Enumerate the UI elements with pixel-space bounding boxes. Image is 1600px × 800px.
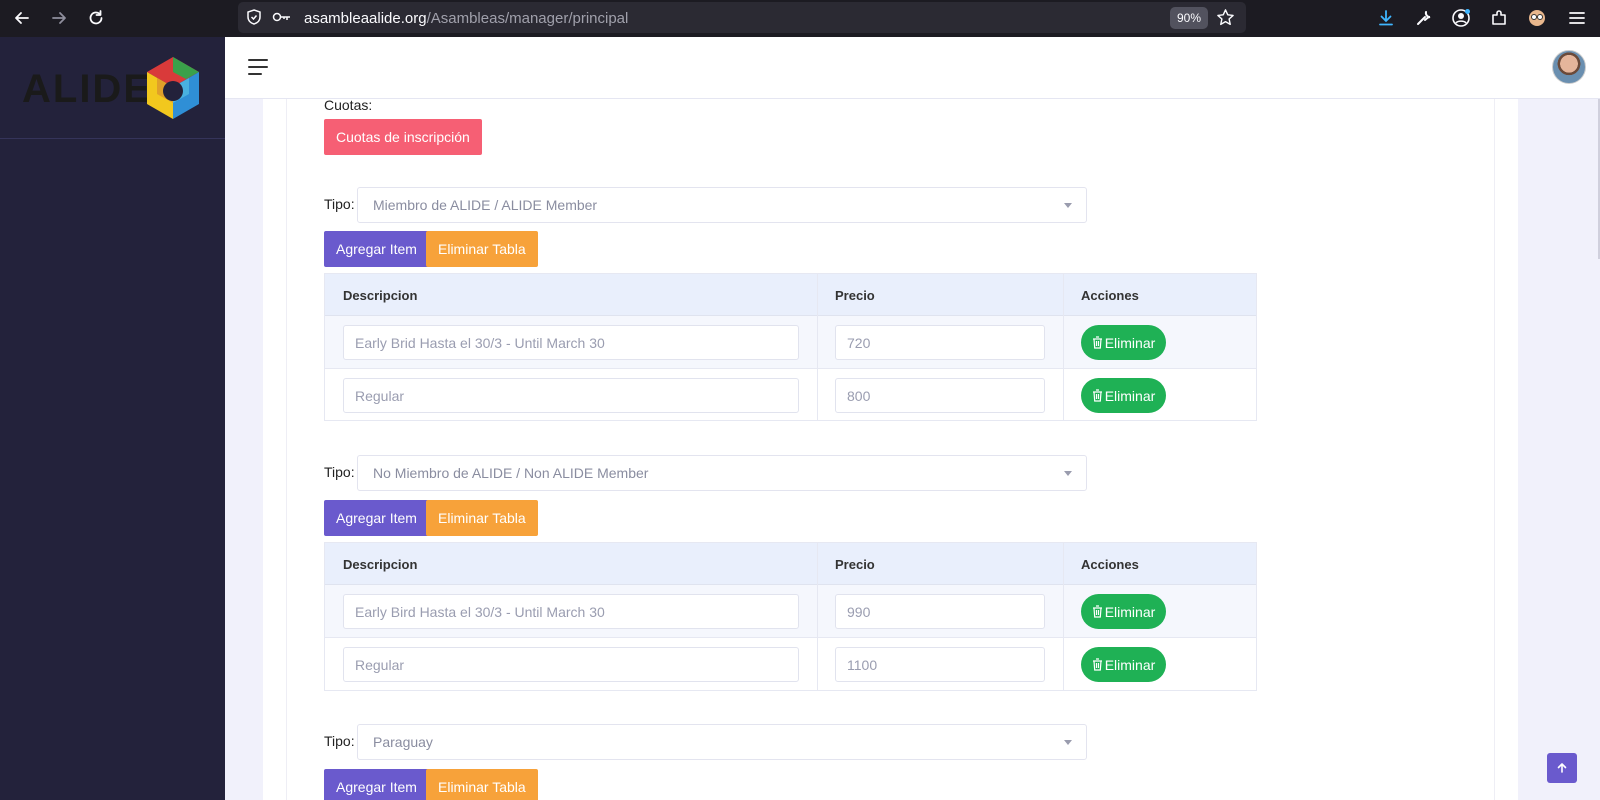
column-divider xyxy=(1063,543,1064,690)
wrench-icon[interactable] xyxy=(1413,7,1435,29)
trash-icon xyxy=(1092,658,1102,671)
back-icon[interactable] xyxy=(10,6,34,30)
caret-down-icon xyxy=(1064,740,1072,745)
agregar-item-button[interactable]: Agregar Item xyxy=(324,500,429,536)
eliminar-label: Eliminar xyxy=(1104,656,1156,673)
cuotas-inscripcion-button[interactable]: Cuotas de inscripción xyxy=(324,119,482,155)
precio-input[interactable]: 800 xyxy=(835,378,1045,413)
main-content: Cuotas: Cuotas de inscripción Tipo: Miem… xyxy=(225,99,1600,800)
precio-input[interactable]: 1100 xyxy=(835,647,1045,682)
descripcion-input[interactable]: Early Brid Hasta el 30/3 - Until March 3… xyxy=(343,325,799,360)
tipo-select-value: Miembro de ALIDE / ALIDE Member xyxy=(373,197,598,213)
menu-icon[interactable] xyxy=(1566,7,1588,29)
profile-extension-icon[interactable] xyxy=(1526,7,1548,29)
browser-toolbar: asambleaalide.org/Asambleas/manager/prin… xyxy=(0,0,1600,37)
url-path: /Asambleas/manager/principal xyxy=(426,10,629,27)
top-header xyxy=(225,37,1600,99)
trash-icon xyxy=(1092,605,1102,618)
cuotas-label: Cuotas: xyxy=(324,99,373,113)
column-divider xyxy=(817,543,818,690)
descripcion-input[interactable]: Regular xyxy=(343,647,799,682)
eliminar-label: Eliminar xyxy=(1104,334,1156,351)
content-card: Cuotas: Cuotas de inscripción Tipo: Miem… xyxy=(263,99,1518,800)
eliminar-button[interactable]: Eliminar xyxy=(1081,378,1166,413)
logo-area[interactable]: ALIDE xyxy=(0,37,225,139)
sidebar: ALIDE xyxy=(0,37,225,800)
column-header-acciones: Acciones xyxy=(1081,288,1139,303)
tipo-select[interactable]: Miembro de ALIDE / ALIDE Member xyxy=(357,187,1087,223)
table-header: Descripcion Precio Acciones xyxy=(325,274,1256,316)
tipo-select-value: Paraguay xyxy=(373,734,433,750)
table-row: Early Brid Hasta el 30/3 - Until March 3… xyxy=(325,316,1256,369)
arrow-up-icon xyxy=(1557,763,1567,773)
caret-down-icon xyxy=(1064,203,1072,208)
column-divider xyxy=(817,274,818,420)
card-body: Cuotas: Cuotas de inscripción Tipo: Miem… xyxy=(286,99,1495,800)
tipo-label: Tipo: xyxy=(324,464,355,480)
tipo-select-value: No Miembro de ALIDE / Non ALIDE Member xyxy=(373,465,649,481)
tipo-label: Tipo: xyxy=(324,733,355,749)
table-row: Regular 800 Eliminar xyxy=(325,369,1256,422)
column-header-descripcion: Descripcion xyxy=(343,557,418,572)
avatar[interactable] xyxy=(1552,50,1586,84)
cuotas-table: Descripcion Precio Acciones Early Bird H… xyxy=(324,542,1257,691)
tipo-label: Tipo: xyxy=(324,196,355,212)
column-divider xyxy=(1063,274,1064,420)
eliminar-tabla-button[interactable]: Eliminar Tabla xyxy=(426,231,538,267)
account-icon[interactable] xyxy=(1450,7,1472,29)
trash-icon xyxy=(1092,389,1102,402)
caret-down-icon xyxy=(1064,471,1072,476)
hamburger-icon[interactable] xyxy=(247,58,269,76)
table-header: Descripcion Precio Acciones xyxy=(325,543,1256,585)
cuotas-table: Descripcion Precio Acciones Early Brid H… xyxy=(324,273,1257,421)
column-header-precio: Precio xyxy=(835,557,875,572)
table-row: Early Bird Hasta el 30/3 - Until March 3… xyxy=(325,585,1256,638)
scroll-to-top-button[interactable] xyxy=(1547,753,1577,783)
precio-input[interactable]: 990 xyxy=(835,594,1045,629)
descripcion-input[interactable]: Early Bird Hasta el 30/3 - Until March 3… xyxy=(343,594,799,629)
star-icon[interactable] xyxy=(1216,8,1235,32)
eliminar-button[interactable]: Eliminar xyxy=(1081,325,1166,360)
precio-input[interactable]: 720 xyxy=(835,325,1045,360)
shield-icon[interactable] xyxy=(245,8,263,31)
table-row: Regular 1100 Eliminar xyxy=(325,638,1256,691)
eliminar-label: Eliminar xyxy=(1104,387,1156,404)
tipo-select[interactable]: No Miembro de ALIDE / Non ALIDE Member xyxy=(357,455,1087,491)
url-text[interactable]: asambleaalide.org/Asambleas/manager/prin… xyxy=(304,10,628,27)
tipo-select[interactable]: Paraguay xyxy=(357,724,1087,760)
forward-icon[interactable] xyxy=(47,6,71,30)
zoom-badge[interactable]: 90% xyxy=(1170,7,1208,29)
agregar-item-button[interactable]: Agregar Item xyxy=(324,769,429,800)
agregar-item-button[interactable]: Agregar Item xyxy=(324,231,429,267)
eliminar-button[interactable]: Eliminar xyxy=(1081,647,1166,682)
logo-cube-icon xyxy=(147,57,199,119)
column-header-descripcion: Descripcion xyxy=(343,288,418,303)
key-icon[interactable] xyxy=(272,9,292,30)
trash-icon xyxy=(1092,336,1102,349)
eliminar-tabla-button[interactable]: Eliminar Tabla xyxy=(426,500,538,536)
eliminar-tabla-button[interactable]: Eliminar Tabla xyxy=(426,769,538,800)
logo-text: ALIDE xyxy=(22,67,152,111)
extensions-icon[interactable] xyxy=(1488,7,1510,29)
eliminar-button[interactable]: Eliminar xyxy=(1081,594,1166,629)
url-host: asambleaalide.org xyxy=(304,10,427,27)
descripcion-input[interactable]: Regular xyxy=(343,378,799,413)
eliminar-label: Eliminar xyxy=(1104,603,1156,620)
column-header-precio: Precio xyxy=(835,288,875,303)
url-bar[interactable]: asambleaalide.org/Asambleas/manager/prin… xyxy=(238,2,1246,33)
download-icon[interactable] xyxy=(1375,7,1397,29)
reload-icon[interactable] xyxy=(84,6,108,30)
column-header-acciones: Acciones xyxy=(1081,557,1139,572)
